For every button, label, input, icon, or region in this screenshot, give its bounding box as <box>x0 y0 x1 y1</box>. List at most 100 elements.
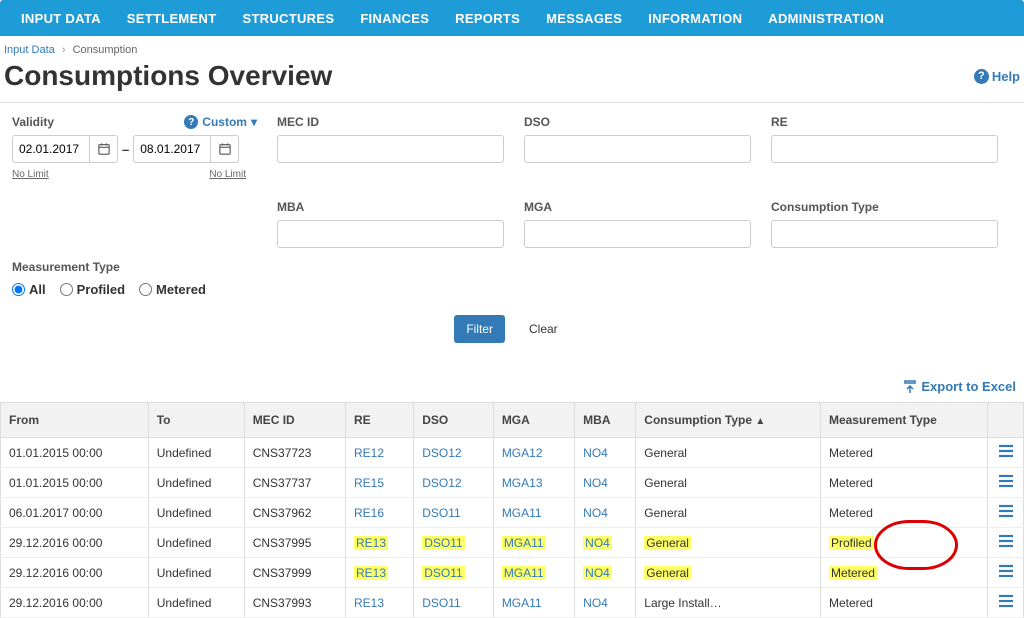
cell-ctype: General <box>636 438 821 468</box>
cell-mba[interactable]: NO4 <box>575 468 636 498</box>
help-link[interactable]: ? Help <box>974 69 1020 84</box>
cell-re[interactable]: RE13 <box>345 588 413 618</box>
nav-messages[interactable]: MESSAGES <box>533 0 635 36</box>
radio-profiled[interactable]: Profiled <box>60 282 125 297</box>
col-mtype[interactable]: Measurement Type <box>820 403 987 438</box>
cell-to: Undefined <box>148 498 244 528</box>
cell-dso[interactable]: DSO11 <box>414 528 494 558</box>
date-from-input[interactable] <box>12 135 90 163</box>
nav-administration[interactable]: ADMINISTRATION <box>755 0 897 36</box>
col-mec[interactable]: MEC ID <box>244 403 345 438</box>
row-menu-icon[interactable] <box>998 594 1014 611</box>
date-to-picker[interactable] <box>211 135 239 163</box>
cell-mec: CNS37999 <box>244 558 345 588</box>
cell-mtype: Metered <box>820 558 987 588</box>
help-label: Help <box>992 69 1020 84</box>
re-label: RE <box>771 115 998 129</box>
row-menu-icon[interactable] <box>998 564 1014 581</box>
table-row: 01.01.2015 00:00UndefinedCNS37723RE12DSO… <box>1 438 1024 468</box>
cell-mga[interactable]: MGA11 <box>493 558 574 588</box>
cell-re[interactable]: RE13 <box>345 528 413 558</box>
nav-settlement[interactable]: SETTLEMENT <box>114 0 230 36</box>
cell-re[interactable]: RE13 <box>345 558 413 588</box>
cell-dso[interactable]: DSO12 <box>414 468 494 498</box>
cell-from: 01.01.2015 00:00 <box>1 438 149 468</box>
cell-dso[interactable]: DSO12 <box>414 438 494 468</box>
table-body: 01.01.2015 00:00UndefinedCNS37723RE12DSO… <box>1 438 1024 618</box>
cell-mga[interactable]: MGA13 <box>493 468 574 498</box>
col-from[interactable]: From <box>1 403 149 438</box>
re-input[interactable] <box>771 135 998 163</box>
cell-mec: CNS37723 <box>244 438 345 468</box>
caret-down-icon: ▾ <box>251 115 257 129</box>
cell-mba[interactable]: NO4 <box>575 528 636 558</box>
row-menu-icon[interactable] <box>998 534 1014 551</box>
col-actions <box>988 403 1024 438</box>
nolimit-from[interactable]: No Limit <box>12 169 49 180</box>
table-row: 06.01.2017 00:00UndefinedCNS37962RE16DSO… <box>1 498 1024 528</box>
radio-metered[interactable]: Metered <box>139 282 206 297</box>
cell-mba[interactable]: NO4 <box>575 498 636 528</box>
cell-actions <box>988 588 1024 618</box>
cell-mba[interactable]: NO4 <box>575 438 636 468</box>
mec-label: MEC ID <box>277 115 504 129</box>
filter-button[interactable]: Filter <box>454 315 505 343</box>
row-menu-icon[interactable] <box>998 444 1014 461</box>
breadcrumb: Input Data › Consumption <box>0 36 1024 60</box>
clear-button[interactable]: Clear <box>517 315 570 343</box>
export-excel-link[interactable]: Export to Excel <box>903 379 1016 394</box>
cell-mba[interactable]: NO4 <box>575 558 636 588</box>
cell-dso[interactable]: DSO11 <box>414 498 494 528</box>
cell-mec: CNS37737 <box>244 468 345 498</box>
cell-re[interactable]: RE15 <box>345 468 413 498</box>
ctype-input[interactable] <box>771 220 998 248</box>
cell-ctype: General <box>636 528 821 558</box>
cell-mtype: Metered <box>820 468 987 498</box>
cell-mga[interactable]: MGA11 <box>493 528 574 558</box>
col-re[interactable]: RE <box>345 403 413 438</box>
dso-input[interactable] <box>524 135 751 163</box>
cell-ctype: Large Install… <box>636 588 821 618</box>
nav-structures[interactable]: STRUCTURES <box>229 0 347 36</box>
cell-ctype: General <box>636 558 821 588</box>
nav-reports[interactable]: REPORTS <box>442 0 533 36</box>
sort-asc-icon: ▲ <box>755 416 765 427</box>
mba-input[interactable] <box>277 220 504 248</box>
mec-input[interactable] <box>277 135 504 163</box>
cell-re[interactable]: RE16 <box>345 498 413 528</box>
col-dso[interactable]: DSO <box>414 403 494 438</box>
cell-mba[interactable]: NO4 <box>575 588 636 618</box>
row-menu-icon[interactable] <box>998 504 1014 521</box>
cell-dso[interactable]: DSO11 <box>414 588 494 618</box>
cell-re[interactable]: RE12 <box>345 438 413 468</box>
calendar-icon <box>219 143 231 155</box>
cell-from: 29.12.2016 00:00 <box>1 588 149 618</box>
cell-mga[interactable]: MGA12 <box>493 438 574 468</box>
filter-bar: Validity ? Custom ▾ – No L <box>0 102 1024 260</box>
date-from-picker[interactable] <box>90 135 118 163</box>
col-mba[interactable]: MBA <box>575 403 636 438</box>
cell-to: Undefined <box>148 528 244 558</box>
cell-to: Undefined <box>148 468 244 498</box>
date-to-input[interactable] <box>133 135 211 163</box>
nav-input-data[interactable]: INPUT DATA <box>8 0 114 36</box>
row-menu-icon[interactable] <box>998 474 1014 491</box>
cell-actions <box>988 558 1024 588</box>
breadcrumb-root[interactable]: Input Data <box>4 44 55 56</box>
validity-custom-toggle[interactable]: ? Custom ▾ <box>184 115 257 129</box>
cell-mga[interactable]: MGA11 <box>493 498 574 528</box>
cell-dso[interactable]: DSO11 <box>414 558 494 588</box>
ctype-label: Consumption Type <box>771 200 998 214</box>
col-to[interactable]: To <box>148 403 244 438</box>
mga-input[interactable] <box>524 220 751 248</box>
col-ctype[interactable]: Consumption Type ▲ <box>636 403 821 438</box>
radio-all[interactable]: All <box>12 282 46 297</box>
table-row: 01.01.2015 00:00UndefinedCNS37737RE15DSO… <box>1 468 1024 498</box>
calendar-icon <box>98 143 110 155</box>
nolimit-to[interactable]: No Limit <box>209 169 246 180</box>
nav-information[interactable]: INFORMATION <box>635 0 755 36</box>
table-row: 29.12.2016 00:00UndefinedCNS37993RE13DSO… <box>1 588 1024 618</box>
nav-finances[interactable]: FINANCES <box>347 0 442 36</box>
cell-mga[interactable]: MGA11 <box>493 588 574 618</box>
col-mga[interactable]: MGA <box>493 403 574 438</box>
